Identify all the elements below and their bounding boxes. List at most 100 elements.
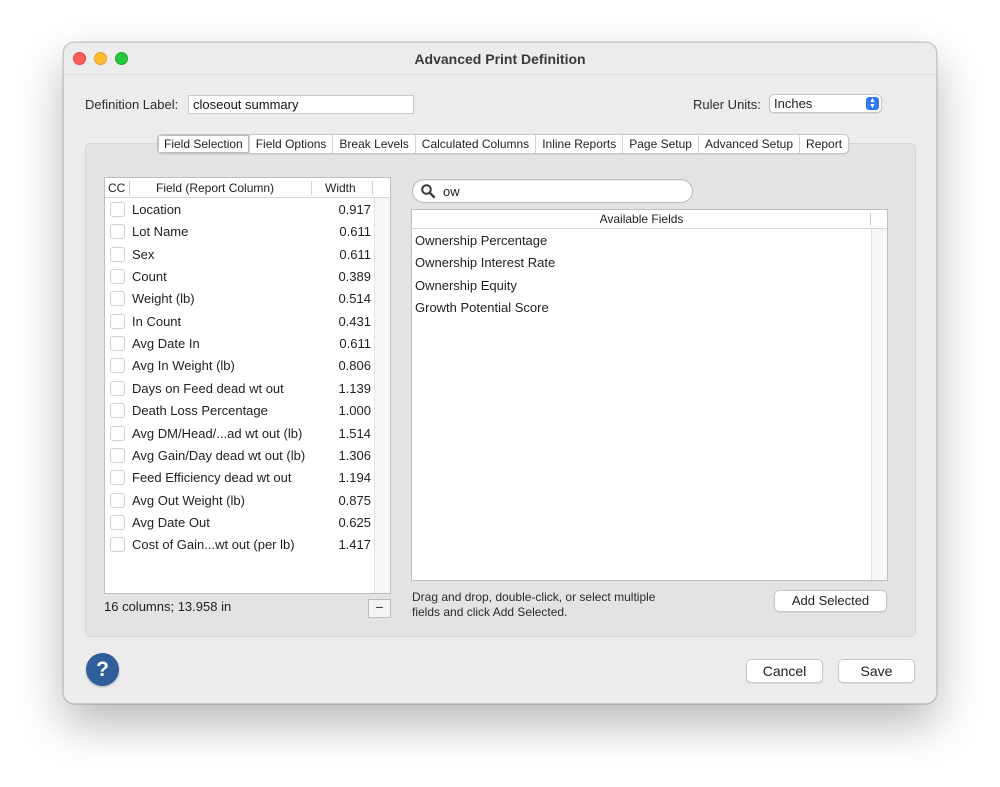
field-search-input[interactable]: ow	[412, 179, 693, 203]
tab-field-options[interactable]: Field Options	[248, 135, 333, 153]
cc-column-header[interactable]: CC	[108, 181, 125, 195]
cc-checkbox[interactable]	[110, 224, 125, 240]
tab-inline-reports[interactable]: Inline Reports	[535, 135, 622, 153]
field-width: 1.514	[338, 425, 371, 441]
field-name: Avg Out Weight (lb)	[132, 492, 245, 508]
report-columns-header: CC Field (Report Column) Width	[105, 178, 390, 198]
cc-checkbox[interactable]	[110, 269, 125, 285]
search-query: ow	[443, 184, 460, 199]
table-row[interactable]: Location 0.917	[105, 199, 375, 221]
tab-bar: Field Selection Field Options Break Leve…	[157, 134, 850, 154]
field-width: 0.514	[338, 291, 371, 307]
field-name: In Count	[132, 313, 182, 329]
table-row[interactable]: Cost of Gain...wt out (per lb) 1.417	[105, 534, 375, 556]
report-columns-table[interactable]: CC Field (Report Column) Width Location 0…	[104, 177, 391, 594]
title-bar: Advanced Print Definition	[64, 43, 936, 75]
table-row[interactable]: Feed Efficiency dead wt out 1.194	[105, 467, 375, 489]
field-name: Feed Efficiency dead wt out	[132, 470, 292, 486]
cc-checkbox[interactable]	[110, 492, 125, 508]
field-name: Avg Date Out	[132, 514, 210, 530]
field-width: 0.917	[338, 202, 371, 217]
cc-checkbox[interactable]	[110, 537, 125, 553]
ruler-units-select[interactable]: Inches ▲ ▼	[769, 94, 882, 113]
cc-checkbox[interactable]	[110, 358, 125, 374]
tab-field-selection[interactable]: Field Selection	[158, 135, 249, 153]
tab-advanced-setup[interactable]: Advanced Setup	[697, 135, 799, 153]
list-item[interactable]: Ownership Percentage	[415, 233, 547, 248]
available-fields-header[interactable]: Available Fields	[412, 210, 887, 229]
available-fields-scrollbar[interactable]	[871, 229, 887, 580]
field-name: Sex	[132, 246, 155, 262]
table-row[interactable]: Lot Name 0.611	[105, 221, 375, 243]
chevron-updown-icon: ▲ ▼	[866, 97, 879, 110]
table-row[interactable]: Avg DM/Head/...ad wt out (lb) 1.514	[105, 423, 375, 445]
cc-checkbox[interactable]	[110, 246, 125, 262]
help-button[interactable]: ?	[86, 653, 119, 686]
field-column-header[interactable]: Field (Report Column)	[156, 181, 274, 195]
field-name: Count	[132, 269, 167, 285]
field-width: 0.611	[339, 336, 371, 352]
add-selected-button[interactable]: Add Selected	[774, 590, 887, 612]
field-name: Days on Feed dead wt out	[132, 380, 284, 396]
field-width: 0.389	[338, 269, 371, 285]
save-button[interactable]: Save	[838, 659, 915, 683]
field-name: Death Loss Percentage	[132, 403, 268, 419]
table-row[interactable]: Weight (lb) 0.514	[105, 288, 375, 310]
cc-checkbox[interactable]	[110, 403, 125, 419]
width-column-header[interactable]: Width	[325, 181, 356, 195]
field-width: 0.611	[339, 246, 371, 262]
field-name: Avg DM/Head/...ad wt out (lb)	[132, 425, 303, 441]
tab-break-levels[interactable]: Break Levels	[332, 135, 414, 153]
field-width: 1.000	[338, 403, 371, 419]
field-name: Avg In Weight (lb)	[132, 358, 235, 374]
list-item[interactable]: Ownership Interest Rate	[415, 255, 555, 270]
remove-column-button[interactable]: −	[368, 599, 391, 618]
field-width: 0.611	[339, 224, 371, 240]
table-row[interactable]: In Count 0.431	[105, 311, 375, 333]
table-row[interactable]: Avg Date In 0.611	[105, 333, 375, 355]
ruler-units-caption: Ruler Units:	[693, 97, 761, 112]
cc-checkbox[interactable]	[110, 425, 125, 441]
window-title: Advanced Print Definition	[414, 51, 586, 67]
table-row[interactable]: Avg Date Out 0.625	[105, 512, 375, 534]
field-width: 0.875	[338, 492, 371, 508]
cc-checkbox[interactable]	[110, 291, 125, 307]
field-name: Location	[132, 202, 182, 217]
field-width: 0.625	[338, 514, 371, 530]
field-name: Weight (lb)	[132, 291, 195, 307]
field-name: Lot Name	[132, 224, 189, 240]
definition-label-caption: Definition Label:	[85, 97, 179, 112]
table-row[interactable]: Avg In Weight (lb) 0.806	[105, 355, 375, 377]
report-columns-scrollbar[interactable]	[374, 198, 390, 593]
table-row[interactable]: Days on Feed dead wt out 1.139	[105, 378, 375, 400]
tab-page-setup[interactable]: Page Setup	[622, 135, 698, 153]
available-fields-table[interactable]: Available Fields Ownership Percentage Own…	[411, 209, 888, 581]
table-row[interactable]: Sex 0.611	[105, 244, 375, 266]
field-name: Avg Date In	[132, 336, 200, 352]
field-width: 1.139	[338, 380, 371, 396]
tab-calculated-columns[interactable]: Calculated Columns	[414, 135, 535, 153]
search-icon	[421, 184, 436, 199]
table-row[interactable]: Death Loss Percentage 1.000	[105, 400, 375, 422]
field-width: 1.417	[338, 537, 371, 553]
print-definition-window: Advanced Print Definition Definition Lab…	[63, 42, 937, 704]
add-fields-hint: Drag and drop, double-click, or select m…	[412, 590, 656, 619]
cc-checkbox[interactable]	[110, 514, 125, 530]
table-row[interactable]: Avg Out Weight (lb) 0.875	[105, 490, 375, 512]
cc-checkbox[interactable]	[110, 447, 125, 463]
cancel-button[interactable]: Cancel	[746, 659, 823, 683]
table-row[interactable]: Avg Gain/Day dead wt out (lb) 1.306	[105, 445, 375, 467]
cc-checkbox[interactable]	[110, 336, 125, 352]
cc-checkbox[interactable]	[110, 470, 125, 486]
list-item[interactable]: Ownership Equity	[415, 278, 517, 293]
table-row[interactable]: Count 0.389	[105, 266, 375, 288]
definition-label-field[interactable]: closeout summary	[188, 95, 414, 114]
list-item[interactable]: Growth Potential Score	[415, 300, 549, 315]
field-name: Avg Gain/Day dead wt out (lb)	[132, 447, 306, 463]
field-width: 1.194	[338, 470, 371, 486]
cc-checkbox[interactable]	[110, 313, 125, 329]
cc-checkbox[interactable]	[110, 380, 125, 396]
cc-checkbox[interactable]	[110, 202, 125, 217]
ruler-units-value: Inches	[774, 96, 813, 111]
tab-report[interactable]: Report	[799, 135, 848, 153]
